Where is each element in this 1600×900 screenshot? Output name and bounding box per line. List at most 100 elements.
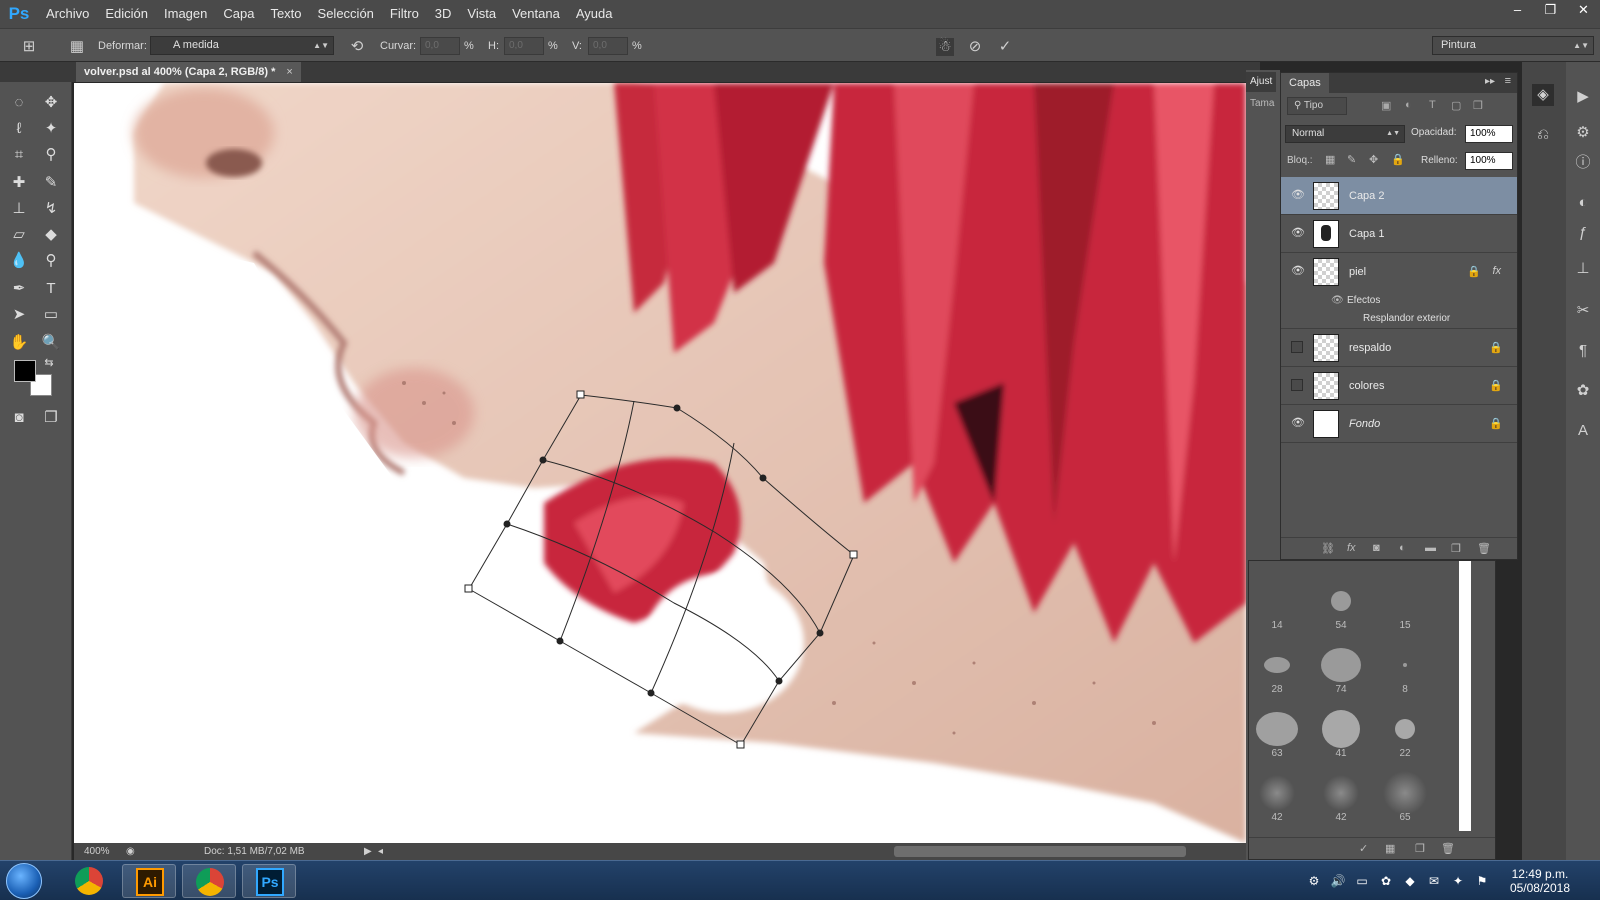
new-layer-icon[interactable]: ❐ bbox=[1451, 542, 1461, 555]
visibility-eye-icon[interactable]: 👁 bbox=[1291, 227, 1305, 239]
info-icon[interactable]: ⓘ bbox=[1572, 152, 1594, 174]
lasso-tool-icon[interactable]: ℓ bbox=[8, 118, 30, 140]
rectangle-tool-icon[interactable]: ▭ bbox=[40, 304, 62, 326]
restore-button[interactable]: ❐ bbox=[1534, 0, 1567, 20]
tab-capas[interactable]: Capas bbox=[1281, 73, 1329, 93]
layers-panel-icon[interactable]: ◈ bbox=[1532, 84, 1554, 106]
layer-row-fondo[interactable]: 👁 Fondo 🔒 bbox=[1281, 405, 1517, 443]
menu-3d[interactable]: 3D bbox=[427, 0, 460, 28]
layer-row-capa-1[interactable]: 👁 Capa 1 bbox=[1281, 215, 1517, 253]
visibility-eye-icon[interactable]: 👁 bbox=[1291, 417, 1305, 429]
brush-grid-icon[interactable]: ▦ bbox=[1385, 842, 1395, 855]
workspace-select[interactable]: Pintura ▲▼ bbox=[1432, 36, 1594, 55]
v-distortion-input[interactable]: 0,0 bbox=[588, 37, 628, 55]
brush-preset[interactable]: 15 bbox=[1377, 571, 1433, 631]
swap-colors-icon[interactable]: ⇆ bbox=[38, 352, 60, 374]
foreground-color-swatch[interactable] bbox=[14, 360, 36, 382]
opacity-input[interactable]: 100% bbox=[1465, 125, 1513, 143]
close-tab-icon[interactable]: × bbox=[286, 66, 292, 78]
move-tool-icon[interactable]: ✥ bbox=[40, 92, 62, 114]
lock-all-icon[interactable]: 🔒 bbox=[1391, 153, 1405, 166]
lock-position-icon[interactable]: ✥ bbox=[1369, 153, 1378, 166]
trash-icon[interactable]: 🗑 bbox=[1477, 542, 1491, 555]
eraser-tool-icon[interactable]: ▱ bbox=[8, 224, 30, 246]
tab-ajustes[interactable]: Ajust bbox=[1246, 72, 1277, 92]
tab-tamano[interactable]: Tama bbox=[1246, 94, 1278, 114]
layer-row-respaldo[interactable]: respaldo 🔒 bbox=[1281, 329, 1517, 367]
cancel-transform-icon[interactable]: ⊘ bbox=[966, 38, 984, 56]
clone-stamp-tool-icon[interactable]: ⊥ bbox=[8, 198, 30, 220]
healing-brush-tool-icon[interactable]: ✚ bbox=[8, 172, 30, 194]
filter-adjustment-icon[interactable]: ◐ bbox=[1405, 99, 1412, 111]
brush-tool-icon[interactable]: ✎ bbox=[40, 172, 62, 194]
layer-row-capa-2[interactable]: 👁 Capa 2 bbox=[1281, 177, 1517, 215]
filter-shape-icon[interactable]: ▢ bbox=[1451, 99, 1461, 112]
filter-type-icon[interactable]: T bbox=[1429, 99, 1436, 111]
menu-filtro[interactable]: Filtro bbox=[382, 0, 427, 28]
brush-preset[interactable]: 41 bbox=[1313, 699, 1369, 759]
effect-outer-glow[interactable]: Resplandor exterior bbox=[1363, 313, 1450, 324]
menu-edicion[interactable]: Edición bbox=[97, 0, 156, 28]
color-wheel-icon[interactable]: ◐ bbox=[1572, 192, 1594, 214]
delete-brush-icon[interactable]: 🗑 bbox=[1441, 842, 1455, 855]
paint-bucket-tool-icon[interactable]: ◆ bbox=[40, 224, 62, 246]
layer-row-colores[interactable]: colores 🔒 bbox=[1281, 367, 1517, 405]
brush-preset[interactable]: 65 bbox=[1377, 763, 1433, 823]
menu-imagen[interactable]: Imagen bbox=[156, 0, 215, 28]
illustrator-taskbar-button[interactable]: Ai bbox=[122, 864, 176, 898]
zoom-tool-icon[interactable]: 🔍 bbox=[40, 332, 62, 354]
document-tab[interactable]: volver.psd al 400% (Capa 2, RGB/8) * × bbox=[76, 62, 301, 82]
crop-tool-icon[interactable]: ⌗ bbox=[8, 144, 30, 166]
pen-tool-icon[interactable]: ✒ bbox=[8, 278, 30, 300]
add-style-icon[interactable]: fx bbox=[1347, 542, 1356, 554]
quick-mask-icon[interactable]: ◙ bbox=[8, 407, 30, 429]
tray-nvidia-icon[interactable]: ◆ bbox=[1402, 873, 1418, 889]
collapse-panel-icon[interactable]: ▸▸ bbox=[1485, 76, 1495, 87]
tray-firefox-icon[interactable]: ✦ bbox=[1450, 873, 1466, 889]
visibility-eye-icon[interactable]: 👁 bbox=[1291, 265, 1305, 277]
bend-input[interactable]: 0,0 bbox=[420, 37, 460, 55]
windows-start-button[interactable] bbox=[6, 863, 42, 899]
brush-settings-icon[interactable]: ✿ bbox=[1572, 380, 1594, 402]
blur-tool-icon[interactable]: 💧 bbox=[8, 250, 30, 272]
transform-tool-preset-icon[interactable]: ⊞ bbox=[20, 38, 38, 56]
close-button[interactable]: ✕ bbox=[1567, 0, 1600, 20]
effect-eye-icon[interactable]: 👁 bbox=[1331, 295, 1344, 306]
layer-filter-select[interactable]: ⚲ Tipo bbox=[1287, 97, 1347, 115]
dodge-tool-icon[interactable]: ⚲ bbox=[40, 250, 62, 272]
filter-smart-object-icon[interactable]: ❒ bbox=[1473, 99, 1483, 112]
tray-flag-icon[interactable]: ⚑ bbox=[1474, 873, 1490, 889]
menu-ayuda[interactable]: Ayuda bbox=[568, 0, 621, 28]
document-canvas[interactable] bbox=[74, 83, 1246, 843]
scroll-left-icon[interactable]: ◂ bbox=[378, 843, 383, 860]
new-group-icon[interactable]: ▬ bbox=[1425, 542, 1436, 554]
visibility-eye-icon[interactable]: 👁 bbox=[1291, 189, 1305, 201]
zoom-level[interactable]: 400% bbox=[84, 843, 110, 860]
tray-network-icon[interactable]: ⚙ bbox=[1306, 873, 1322, 889]
visibility-off-box[interactable] bbox=[1291, 379, 1303, 391]
tray-monitor-icon[interactable]: ▭ bbox=[1354, 873, 1370, 889]
puppet-warp-icon[interactable]: ☃ bbox=[936, 38, 954, 56]
horizontal-scrollbar[interactable] bbox=[894, 846, 1186, 857]
lock-transparent-icon[interactable]: ▦ bbox=[1325, 153, 1335, 166]
menu-seleccion[interactable]: Selección bbox=[310, 0, 382, 28]
menu-archivo[interactable]: Archivo bbox=[38, 0, 97, 28]
brush-preset[interactable]: 63 bbox=[1249, 699, 1305, 759]
new-adjustment-icon[interactable]: ◐ bbox=[1399, 542, 1406, 554]
new-brush-icon[interactable]: ❐ bbox=[1415, 842, 1425, 855]
tray-mail-icon[interactable]: ✉ bbox=[1426, 873, 1442, 889]
layer-fx-badge[interactable]: fx bbox=[1492, 265, 1501, 277]
visibility-off-box[interactable] bbox=[1291, 341, 1303, 353]
toggle-brush-panel-icon[interactable]: ✓ bbox=[1359, 842, 1368, 855]
menu-capa[interactable]: Capa bbox=[215, 0, 262, 28]
eyedropper-tool-icon[interactable]: ⚲ bbox=[40, 144, 62, 166]
brush-preset[interactable]: 22 bbox=[1377, 699, 1433, 759]
panel-menu-icon[interactable]: ≡ bbox=[1505, 75, 1511, 87]
status-menu-icon[interactable]: ◉ bbox=[126, 843, 135, 860]
hand-tool-icon[interactable]: ✋ bbox=[8, 332, 30, 354]
link-layers-icon[interactable]: ⛓ bbox=[1321, 542, 1335, 555]
brush-panel-scrollbar[interactable] bbox=[1459, 561, 1471, 831]
tray-volume-icon[interactable]: 🔊 bbox=[1330, 873, 1346, 889]
status-arrow-icon[interactable]: ▶ bbox=[364, 843, 372, 860]
tray-app-icon[interactable]: ✿ bbox=[1378, 873, 1394, 889]
